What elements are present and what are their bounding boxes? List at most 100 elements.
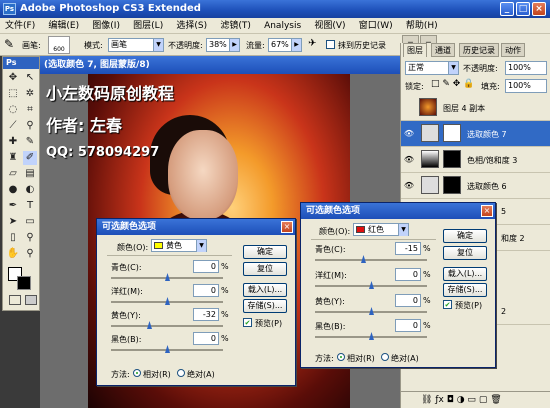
mask-icon[interactable]: ◘ — [447, 395, 454, 405]
yellow-input[interactable]: -32 — [193, 308, 219, 321]
layer-row[interactable]: 👁 色相/饱和度 3 — [401, 147, 550, 173]
type-tool-icon[interactable]: T — [23, 199, 37, 213]
absolute-radio[interactable] — [381, 353, 389, 361]
new-layer-icon[interactable]: ▢ — [479, 395, 488, 405]
preview-checkbox[interactable]: ✔ — [443, 300, 452, 309]
minimize-button[interactable]: _ — [500, 2, 514, 16]
brush-preset-picker[interactable]: 600 — [48, 36, 70, 54]
eyedropper-icon[interactable]: ⚲ — [23, 119, 37, 133]
magenta-input[interactable]: 0 — [193, 284, 219, 297]
load-button[interactable]: 载入(L)... — [443, 267, 487, 281]
layer-opacity-input[interactable]: 100% — [505, 61, 547, 75]
opacity-input[interactable]: 38% ▶ — [206, 38, 240, 52]
eye-icon[interactable]: 👁 — [403, 129, 415, 139]
magic-wand-icon[interactable]: ✲ — [23, 87, 37, 101]
slider-knob[interactable] — [369, 281, 374, 289]
close-icon[interactable]: × — [481, 205, 493, 217]
color-select[interactable]: 红色 ▼ — [353, 223, 409, 236]
save-button[interactable]: 存储(S)... — [243, 299, 287, 313]
relative-radio[interactable] — [133, 369, 141, 377]
pen-tool-icon[interactable]: ✒ — [6, 199, 20, 213]
eye-icon[interactable]: 👁 — [403, 155, 415, 165]
relative-radio[interactable] — [337, 353, 345, 361]
history-brush-tool-icon[interactable]: ✐ — [23, 151, 37, 165]
layer-row[interactable]: 图层 4 副本 — [401, 95, 550, 121]
close-button[interactable]: × — [532, 2, 546, 16]
menu-select[interactable]: 选择(S) — [171, 18, 212, 34]
slider-knob[interactable] — [165, 345, 170, 353]
layer-mask-thumbnail[interactable] — [443, 176, 461, 194]
black-input[interactable]: 0 — [395, 319, 421, 332]
preview-checkbox[interactable]: ✔ — [243, 318, 252, 327]
close-icon[interactable]: × — [281, 221, 293, 233]
notes-tool-icon[interactable]: ▯ — [6, 231, 20, 245]
magenta-slider[interactable] — [315, 281, 427, 289]
maximize-button[interactable]: □ — [516, 2, 530, 16]
blur-tool-icon[interactable]: ● — [6, 183, 20, 197]
dodge-tool-icon[interactable]: ◐ — [23, 183, 37, 197]
gradient-tool-icon[interactable]: ▤ — [23, 167, 37, 181]
slider-knob[interactable] — [147, 321, 152, 329]
background-color-swatch[interactable] — [17, 276, 31, 290]
cyan-slider[interactable] — [111, 273, 223, 281]
screen-mode-icon[interactable] — [25, 295, 37, 305]
brush-tool-icon[interactable]: ✎ — [23, 135, 37, 149]
folder-icon[interactable]: ▭ — [467, 395, 476, 405]
slider-knob[interactable] — [361, 255, 366, 263]
quick-mask-icon[interactable] — [9, 295, 21, 305]
menu-window[interactable]: 窗口(W) — [354, 18, 398, 34]
ok-button[interactable]: 确定 — [243, 245, 287, 259]
layer-row[interactable]: 👁 选取颜色 6 — [401, 173, 550, 199]
layer-mask-thumbnail[interactable] — [443, 150, 461, 168]
tab-actions[interactable]: 动作 — [501, 43, 525, 57]
history-checkbox[interactable] — [326, 40, 335, 49]
black-input[interactable]: 0 — [193, 332, 219, 345]
layer-row[interactable]: 👁 选取颜色 7 — [401, 121, 550, 147]
shape-tool-icon[interactable]: ▭ — [23, 215, 37, 229]
clone-stamp-icon[interactable]: ♜ — [6, 151, 20, 165]
fx-icon[interactable]: ƒx — [435, 395, 444, 405]
magenta-input[interactable]: 0 — [395, 268, 421, 281]
save-button[interactable]: 存储(S)... — [443, 283, 487, 297]
load-button[interactable]: 载入(L)... — [243, 283, 287, 297]
eraser-icon[interactable]: ▱ — [6, 167, 20, 181]
color-select[interactable]: 黄色 ▼ — [151, 239, 207, 252]
black-slider[interactable] — [315, 332, 427, 340]
adjustment-layer-icon[interactable]: ◑ — [457, 395, 465, 405]
flow-input[interactable]: 67% ▶ — [268, 38, 302, 52]
reset-button[interactable]: 复位 — [243, 262, 287, 276]
menu-help[interactable]: 帮助(H) — [401, 18, 443, 34]
mode-select[interactable]: 画笔 ▼ — [108, 38, 164, 52]
cyan-slider[interactable] — [315, 255, 427, 263]
layer-mask-thumbnail[interactable] — [443, 124, 461, 142]
tab-history[interactable]: 历史记录 — [459, 43, 499, 57]
cyan-input[interactable]: 0 — [193, 260, 219, 273]
menu-image[interactable]: 图像(I) — [87, 18, 125, 34]
menu-filter[interactable]: 滤镜(T) — [215, 18, 256, 34]
blend-mode-select[interactable]: 正常 ▼ — [405, 61, 459, 75]
menu-layer[interactable]: 图层(L) — [128, 18, 168, 34]
healing-brush-icon[interactable]: ✚ — [6, 135, 20, 149]
history-brush-icon[interactable]: ✎ — [4, 37, 14, 51]
airbrush-icon[interactable]: ✈ — [308, 38, 316, 49]
slider-knob[interactable] — [369, 307, 374, 315]
eyedropper-2-icon[interactable]: ⚲ — [23, 231, 37, 245]
menu-file[interactable]: 文件(F) — [0, 18, 40, 34]
marquee-tool-icon[interactable]: ⬚ — [6, 87, 20, 101]
tab-channels[interactable]: 通道 — [431, 43, 455, 57]
tab-layers[interactable]: 图层 — [403, 43, 427, 57]
crop-tool-icon[interactable]: ⌗ — [23, 103, 37, 117]
eye-icon[interactable]: 👁 — [403, 181, 415, 191]
fill-input[interactable]: 100% — [505, 79, 547, 93]
zoom-tool-icon[interactable]: ⚲ — [23, 247, 37, 261]
slider-knob[interactable] — [165, 297, 170, 305]
absolute-radio[interactable] — [177, 369, 185, 377]
yellow-slider[interactable] — [111, 321, 223, 329]
yellow-slider[interactable] — [315, 307, 427, 315]
menu-edit[interactable]: 编辑(E) — [43, 18, 84, 34]
lasso-tool-icon[interactable]: ◌ — [6, 103, 20, 117]
cyan-input[interactable]: -15 — [395, 242, 421, 255]
hand-tool-icon[interactable]: ✋ — [6, 247, 20, 261]
move-tool-icon[interactable]: ✥ — [6, 71, 20, 85]
menu-view[interactable]: 视图(V) — [309, 18, 350, 34]
